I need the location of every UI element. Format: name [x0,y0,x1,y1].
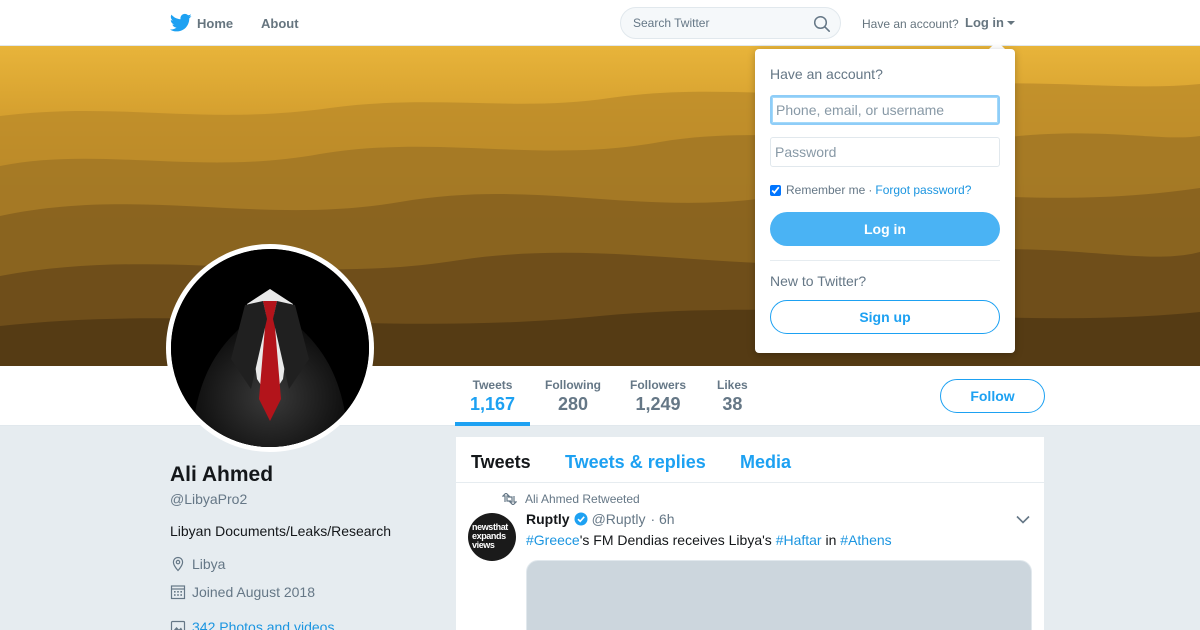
stat-label: Followers [630,378,687,392]
verified-badge-icon [574,512,588,526]
follow-button[interactable]: Follow [940,379,1045,413]
timeline: Tweets Tweets & replies Media Ali Ahmed … [456,437,1044,630]
remember-me-checkbox[interactable] [770,184,781,196]
stat-label: Following [545,378,601,392]
tab-tweets[interactable]: Tweets [471,452,531,473]
tweet-media-preview[interactable] [526,560,1032,630]
profile-photos-link[interactable]: 342 Photos and videos [170,619,334,630]
stat-likes[interactable]: Likes 38 [717,378,748,415]
tweet-header: Ruptly @Ruptly · 6h [526,511,675,527]
hashtag-link[interactable]: #Haftar [776,532,822,548]
top-navigation: Home About Have an account? Log in [0,0,1200,46]
retweeted-by-text[interactable]: Ali Ahmed Retweeted [525,492,640,506]
login-dropdown: Have an account? Remember me · Forgot pa… [755,49,1015,353]
photos-text[interactable]: 342 Photos and videos [192,619,334,630]
tweet-text: #Greece's FM Dendias receives Libya's #H… [526,532,892,548]
suit-avatar-image [171,249,369,447]
nav-about-link[interactable]: About [261,16,299,31]
stat-value: 38 [722,394,743,414]
stat-tweets[interactable]: Tweets 1,167 [470,378,515,415]
dropdown-title: Have an account? [770,66,883,82]
hashtag-link[interactable]: #Greece [526,532,580,548]
tweet-timestamp[interactable]: · 6h [650,511,674,527]
timeline-tabs: Tweets Tweets & replies Media [456,437,1044,483]
chevron-down-icon[interactable] [1007,21,1015,25]
stat-label: Likes [717,378,748,392]
stat-value: 1,249 [635,394,681,414]
tweet-more-chevron-icon[interactable] [1016,515,1030,524]
retweet-context: Ali Ahmed Retweeted [502,492,640,506]
profile-joined: Joined August 2018 [170,584,315,600]
have-account-text: Have an account? [862,17,959,31]
photo-icon [170,620,186,630]
login-button[interactable]: Log in [770,212,1000,246]
search-input[interactable] [633,16,803,30]
profile-avatar[interactable] [166,244,374,452]
twitter-bird-icon[interactable] [170,13,192,33]
new-to-twitter-text: New to Twitter? [770,273,867,289]
tweet-author-avatar[interactable]: news that expands views [468,513,516,561]
tweet-text-segment: 's FM Dendias receives Libya's [579,532,776,548]
calendar-icon [170,585,186,600]
dropdown-pointer [989,41,1005,49]
username-input[interactable] [770,95,1000,125]
tab-media[interactable]: Media [740,452,791,473]
stat-followers[interactable]: Followers 1,249 [630,378,686,415]
tab-tweets-replies[interactable]: Tweets & replies [565,452,706,473]
separator-dot: · [868,183,873,197]
profile-handle[interactable]: @LibyaPro2 [170,491,247,507]
active-stat-indicator [455,422,530,426]
retweet-icon [502,493,517,505]
avatar-logo-text: views [472,540,495,550]
tweet-author-handle[interactable]: @Ruptly [592,511,646,527]
location-text: Libya [192,556,226,572]
joined-text: Joined August 2018 [192,584,315,600]
dropdown-divider [770,260,1000,261]
tweet-text-segment: in [821,532,841,548]
nav-home-link[interactable]: Home [197,16,233,31]
login-dropdown-toggle[interactable]: Log in [965,15,1004,30]
remember-me-label[interactable]: Remember me [786,183,865,197]
forgot-password-link[interactable]: Forgot password? [875,183,971,197]
signup-button[interactable]: Sign up [770,300,1000,334]
search-icon[interactable] [813,15,831,33]
search-box[interactable] [620,7,841,39]
remember-me-row: Remember me · Forgot password? [770,183,971,197]
stat-following[interactable]: Following 280 [545,378,601,415]
stat-label: Tweets [472,378,513,392]
stat-value: 280 [557,394,589,414]
stat-value: 1,167 [470,394,516,414]
profile-name[interactable]: Ali Ahmed [170,463,273,487]
profile-bio: Libyan Documents/Leaks/Research [170,523,392,539]
location-icon [172,556,184,572]
password-input[interactable] [770,137,1000,167]
hashtag-link[interactable]: #Athens [840,532,891,548]
tweet-author-name[interactable]: Ruptly [526,511,570,527]
profile-location: Libya [170,556,225,572]
